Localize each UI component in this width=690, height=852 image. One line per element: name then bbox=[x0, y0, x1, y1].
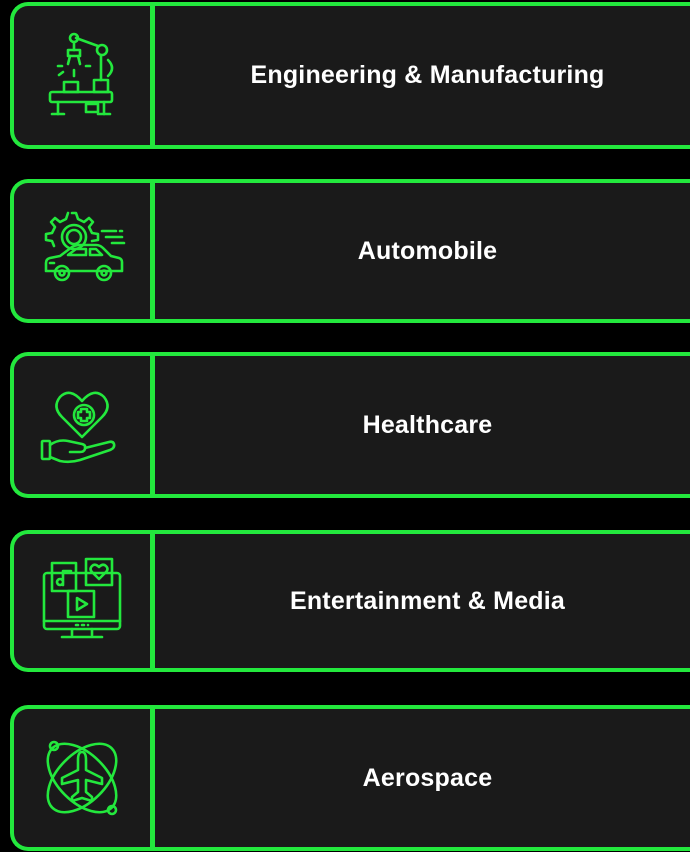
industry-icon-cell bbox=[14, 709, 155, 847]
industry-label-cell: Automobile bbox=[155, 183, 690, 319]
industry-card-engineering-manufacturing[interactable]: Engineering & Manufacturing bbox=[10, 2, 690, 149]
industry-icon-cell bbox=[14, 183, 155, 319]
industry-label-cell: Entertainment & Media bbox=[155, 534, 690, 668]
airplane-orbit-icon bbox=[46, 740, 118, 816]
industry-card-entertainment-media[interactable]: Entertainment & Media bbox=[10, 530, 690, 672]
industry-label: Healthcare bbox=[362, 410, 493, 439]
car-gear-icon bbox=[44, 211, 126, 282]
industry-card-healthcare[interactable]: Healthcare bbox=[10, 352, 690, 498]
industry-label-cell: Aerospace bbox=[155, 709, 690, 847]
media-monitor-icon bbox=[42, 557, 122, 639]
industry-label-cell: Engineering & Manufacturing bbox=[155, 6, 690, 145]
industry-label: Engineering & Manufacturing bbox=[250, 61, 605, 89]
industry-label: Entertainment & Media bbox=[289, 586, 566, 615]
industry-icon-cell bbox=[14, 6, 155, 145]
industry-card-aerospace[interactable]: Aerospace bbox=[10, 705, 690, 851]
industry-label: Automobile bbox=[357, 236, 498, 265]
industry-icon-cell bbox=[14, 356, 155, 494]
industry-label-cell: Healthcare bbox=[155, 356, 690, 494]
robot-arm-icon bbox=[48, 32, 114, 115]
industry-card-automobile[interactable]: Automobile bbox=[10, 179, 690, 323]
industry-icon-cell bbox=[14, 534, 155, 668]
industry-label: Aerospace bbox=[362, 763, 493, 792]
industry-list: Engineering & Manufacturing Automobile H… bbox=[0, 0, 690, 852]
heart-hand-icon bbox=[40, 391, 116, 464]
